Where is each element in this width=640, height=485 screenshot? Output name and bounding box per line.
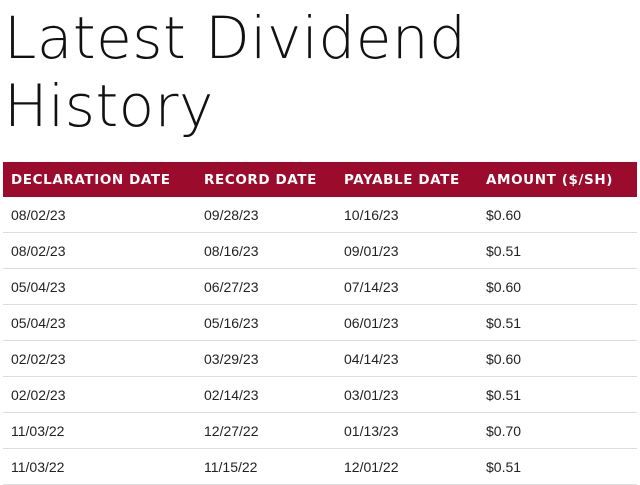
cell-amount: $0.51 [478,376,637,413]
table-row: 08/02/23 08/16/23 09/01/23 $0.51 [3,232,637,269]
page-title-line-1: Latest Dividend [4,4,467,72]
cell-record-date: 09/28/23 [196,197,336,233]
table-header: DECLARATION DATE RECORD DATE PAYABLE DAT… [3,162,637,197]
cell-payable-date: 10/16/23 [336,197,478,233]
table-row: 11/03/22 12/27/22 01/13/23 $0.70 [3,412,637,449]
column-header-amount: AMOUNT ($/SH) [486,171,614,188]
cell-declaration-date: 05/04/23 [3,268,196,305]
cell-amount: $0.60 [478,197,637,233]
cell-payable-date: 12/01/22 [336,448,478,485]
cell-amount: $0.60 [478,268,637,305]
column-header-payable-date: PAYABLE DATE [344,171,460,188]
cell-declaration-date: 11/03/22 [3,448,196,485]
table-header-row: DECLARATION DATE RECORD DATE PAYABLE DAT… [3,162,637,197]
cell-payable-date: 09/01/23 [336,232,478,269]
cell-declaration-date: 05/04/23 [3,304,196,341]
cell-declaration-date: 02/02/23 [3,340,196,377]
cell-declaration-date: 08/02/23 [3,197,196,233]
page-title: Latest Dividend History [4,4,624,140]
table-row: 05/04/23 06/27/23 07/14/23 $0.60 [3,268,637,305]
cell-payable-date: 04/14/23 [336,340,478,377]
table-row: 11/03/22 11/15/22 12/01/22 $0.51 [3,448,637,485]
table-row: 05/04/23 05/16/23 06/01/23 $0.51 [3,304,637,341]
cell-record-date: 08/16/23 [196,232,336,269]
cell-declaration-date: 02/02/23 [3,376,196,413]
table-row: 02/02/23 03/29/23 04/14/23 $0.60 [3,340,637,377]
cell-payable-date: 03/01/23 [336,376,478,413]
cell-amount: $0.51 [478,232,637,269]
table-body: 08/02/23 09/28/23 10/16/23 $0.60 08/02/2… [3,197,637,485]
cell-record-date: 05/16/23 [196,304,336,341]
cell-record-date: 11/15/22 [196,448,336,485]
cell-amount: $0.60 [478,340,637,377]
page-title-line-2: History [4,72,214,140]
dividend-history-page: Latest Dividend History DECLARATION DATE… [0,0,640,485]
dividend-history-table: DECLARATION DATE RECORD DATE PAYABLE DAT… [3,162,637,485]
cell-amount: $0.70 [478,412,637,449]
cell-payable-date: 06/01/23 [336,304,478,341]
table-row: 08/02/23 09/28/23 10/16/23 $0.60 [3,197,637,233]
cell-record-date: 12/27/22 [196,412,336,449]
cell-amount: $0.51 [478,304,637,341]
cell-payable-date: 01/13/23 [336,412,478,449]
column-header-declaration-date: DECLARATION DATE [11,171,171,188]
cell-record-date: 02/14/23 [196,376,336,413]
cell-record-date: 06/27/23 [196,268,336,305]
column-header-record-date: RECORD DATE [204,171,317,188]
table-row: 02/02/23 02/14/23 03/01/23 $0.51 [3,376,637,413]
cell-record-date: 03/29/23 [196,340,336,377]
cell-amount: $0.51 [478,448,637,485]
cell-payable-date: 07/14/23 [336,268,478,305]
cell-declaration-date: 08/02/23 [3,232,196,269]
cell-declaration-date: 11/03/22 [3,412,196,449]
